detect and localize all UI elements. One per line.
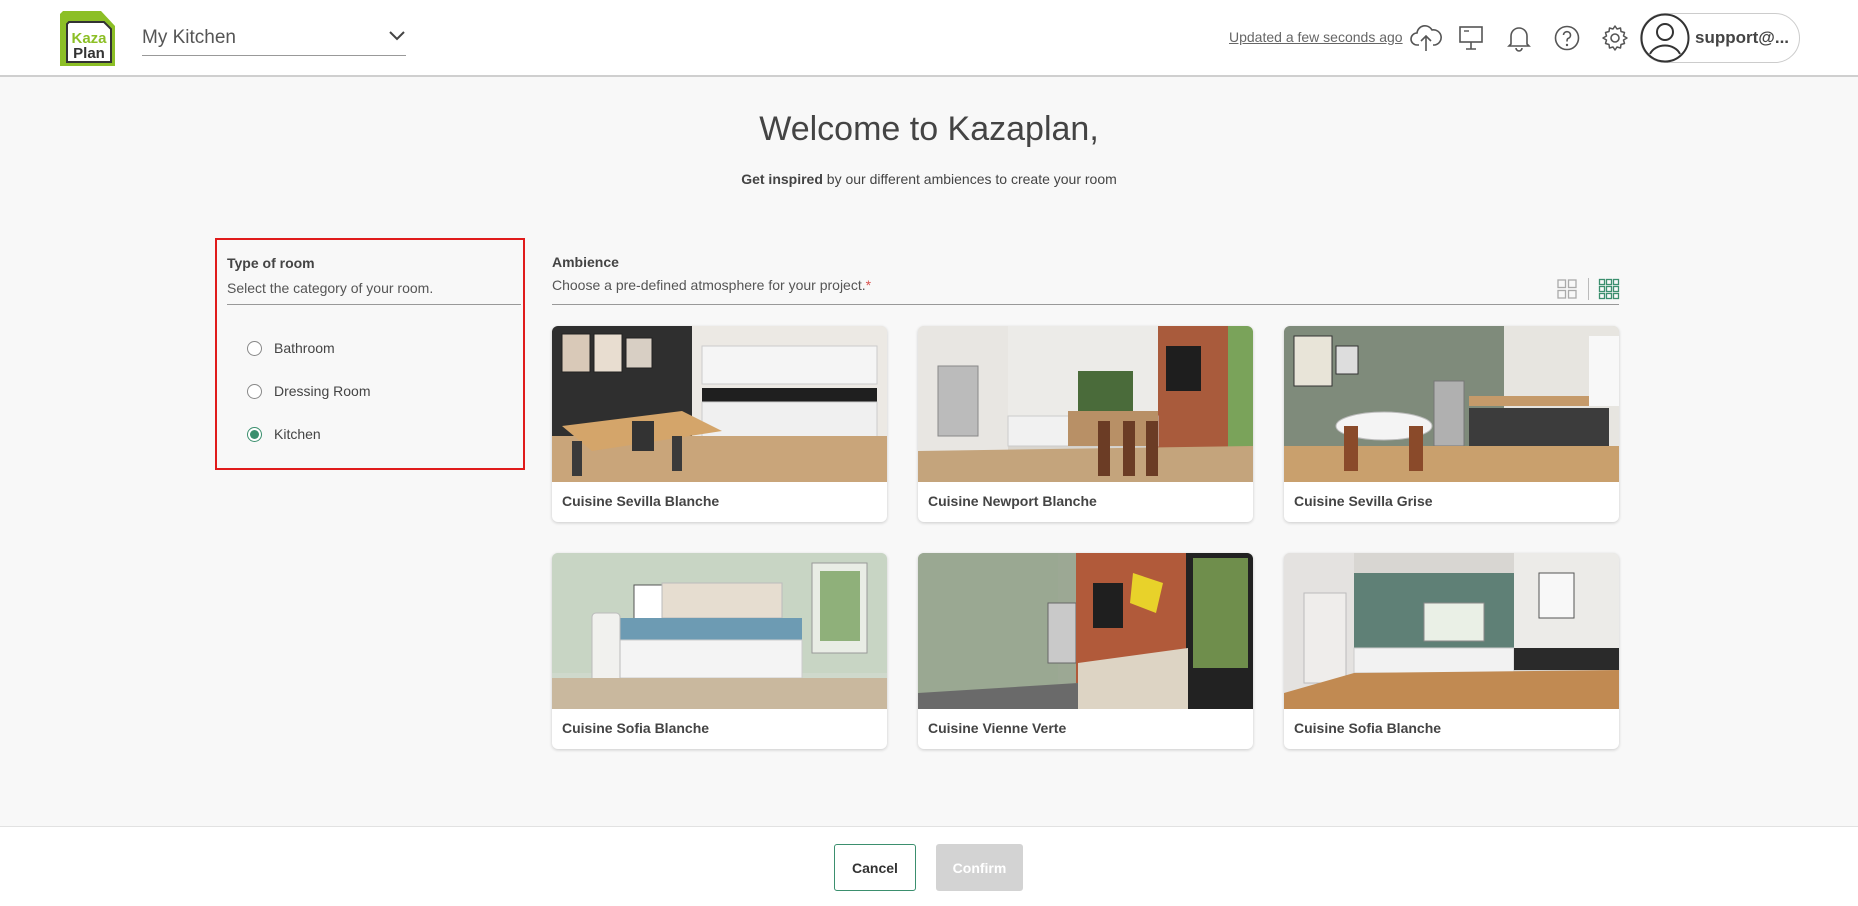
ambience-card-name: Cuisine Sofia Blanche [562,720,710,736]
ambience-thumbnail [918,326,1253,482]
ambience-thumbnail [552,326,887,482]
welcome-subtitle-rest: by our different ambiences to create you… [822,171,1117,187]
radio-dressing-room[interactable] [247,383,262,399]
room-option-dressing-room[interactable]: Dressing Room [247,383,370,399]
ambience-description-text: Choose a pre-defined atmosphere for your… [552,277,866,293]
kazaplan-logo[interactable]: Kaza Plan [57,8,120,70]
room-type-title: Type of room [227,255,315,271]
room-option-kitchen[interactable]: Kitchen [247,426,321,442]
ambience-description: Choose a pre-defined atmosphere for your… [552,277,1619,305]
ambience-thumbnail [1284,326,1619,482]
welcome-subtitle-bold: Get inspired [741,171,823,187]
user-email: support@... [1695,28,1790,47]
ambience-card-sofia-blanche[interactable]: Cuisine Sofia Blanche [552,553,887,749]
top-bar: Kaza Plan My Kitchen Updated a few secon… [0,0,1858,77]
footer-bar: Cancel Confirm [0,826,1858,906]
ambience-card-newport-blanche[interactable]: Cuisine Newport Blanche [918,326,1253,522]
grid-small-icon[interactable] [1598,278,1620,300]
user-icon [1640,13,1690,63]
ambience-card-name: Cuisine Sevilla Blanche [562,493,720,509]
ambience-card-name: Cuisine Newport Blanche [928,493,1097,509]
cancel-button[interactable]: Cancel [834,844,916,891]
room-type-panel: Type of room Select the category of your… [215,238,525,470]
help-icon[interactable] [1551,22,1583,54]
ambience-title: Ambience [552,254,619,270]
welcome-title: Welcome to Kazaplan, [759,110,1099,148]
ambience-card-sevilla-grise[interactable]: Cuisine Sevilla Grise [1284,326,1619,522]
room-option-label: Dressing Room [274,383,371,399]
ambience-thumbnail [918,553,1253,709]
confirm-button[interactable]: Confirm [936,844,1023,891]
radio-bathroom[interactable] [247,340,262,356]
welcome-subtitle: Get inspired by our different ambiences … [0,171,1858,187]
view-toggle-separator [1588,278,1589,300]
updated-status-link[interactable]: Updated a few seconds ago [1229,29,1403,45]
bell-icon[interactable] [1503,22,1535,54]
grid-large-icon[interactable] [1556,278,1578,300]
room-option-bathroom[interactable]: Bathroom [247,340,335,356]
ambience-thumbnail [1284,553,1619,709]
user-menu-button[interactable]: support@... [1640,13,1800,63]
cloud-upload-icon[interactable] [1410,22,1442,54]
room-type-description: Select the category of your room. [227,280,521,305]
ambience-card-sofia-blanche-2[interactable]: Cuisine Sofia Blanche [1284,553,1619,749]
ambience-card-name: Cuisine Sevilla Grise [1294,493,1433,509]
required-mark: * [865,277,872,293]
logo-text-bottom: Plan [73,45,105,62]
project-select[interactable]: My Kitchen [142,20,406,56]
ambience-card-name: Cuisine Sofia Blanche [1294,720,1442,736]
room-option-label: Kitchen [274,426,321,442]
project-name: My Kitchen [142,26,236,48]
ambience-thumbnail [552,553,887,709]
monitor-icon[interactable] [1455,22,1487,54]
room-option-label: Bathroom [274,340,335,356]
ambience-card-name: Cuisine Vienne Verte [928,720,1067,736]
ambience-card-sevilla-blanche[interactable]: Cuisine Sevilla Blanche [552,326,887,522]
gear-icon[interactable] [1599,22,1631,54]
ambience-card-vienne-verte[interactable]: Cuisine Vienne Verte [918,553,1253,749]
radio-kitchen[interactable] [247,426,262,442]
chevron-down-icon [388,29,406,47]
